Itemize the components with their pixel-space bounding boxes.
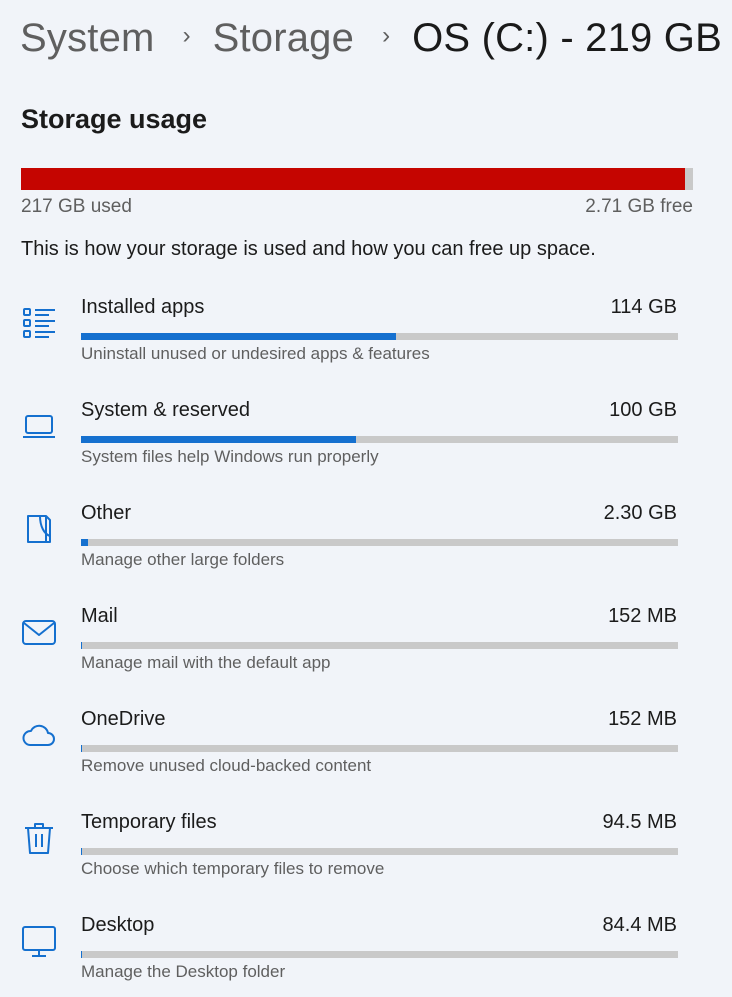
free-space-label: 2.71 GB free <box>585 196 693 217</box>
storage-category-mail[interactable]: Mail 152 MB Manage mail with the default a… <box>0 601 732 704</box>
storage-category-temporary-files[interactable]: Temporary files 94.5 MB Choose which tempo… <box>0 807 732 910</box>
storage-usage-bar-fill <box>21 168 685 190</box>
cloud-icon <box>20 716 58 754</box>
category-size: 84.4 MB <box>602 914 677 936</box>
breadcrumb-current-drive: OS (C:) - 219 GB <box>412 15 723 60</box>
category-usage-bar <box>81 745 678 752</box>
category-description: Uninstall unused or undesired apps & fea… <box>81 344 430 363</box>
category-size: 94.5 MB <box>602 811 677 833</box>
storage-category-installed-apps[interactable]: Installed apps 114 GB Uninstall unused or … <box>0 292 732 395</box>
category-description: Manage mail with the default app <box>81 653 331 672</box>
category-name: Desktop <box>81 914 155 936</box>
storage-category-onedrive[interactable]: OneDrive 152 MB Remove unused cloud-backed… <box>0 704 732 807</box>
category-name: OneDrive <box>81 708 166 730</box>
category-usage-bar-fill <box>81 333 396 340</box>
storage-description: This is how your storage is used and how… <box>21 238 596 260</box>
breadcrumb-storage[interactable]: Storage <box>213 16 355 61</box>
category-size: 152 MB <box>608 605 677 627</box>
storage-settings-page: System › Storage › OS (C:) - 219 GB Stor… <box>0 0 732 997</box>
category-usage-bar-fill <box>81 436 357 443</box>
list-icon <box>20 304 58 342</box>
category-size: 114 GB <box>610 296 677 318</box>
breadcrumb: System › Storage › OS (C:) - 219 GB <box>20 10 722 66</box>
used-space-label: 217 GB used <box>21 196 132 217</box>
laptop-icon <box>20 407 58 445</box>
category-usage-bar <box>81 642 678 649</box>
category-name: System & reserved <box>81 399 250 421</box>
category-description: System files help Windows run properly <box>81 447 379 466</box>
category-size: 100 GB <box>609 399 677 421</box>
breadcrumb-system[interactable]: System <box>20 16 155 61</box>
category-name: Other <box>81 502 132 524</box>
category-name: Temporary files <box>81 811 217 833</box>
storage-usage-bar <box>21 168 693 190</box>
storage-category-other[interactable]: Other 2.30 GB Manage other large folders <box>0 498 732 601</box>
category-usage-bar <box>81 436 678 443</box>
category-size: 152 MB <box>608 708 677 730</box>
category-name: Installed apps <box>81 296 205 318</box>
storage-category-desktop[interactable]: Desktop 84.4 MB Manage the Desktop folder <box>0 910 732 997</box>
category-usage-bar-fill <box>81 539 88 546</box>
storage-category-system-reserved[interactable]: System & reserved 100 GB System files help… <box>0 395 732 498</box>
category-description: Manage other large folders <box>81 550 285 569</box>
category-usage-bar <box>81 951 678 958</box>
category-usage-bar <box>81 848 678 855</box>
desktop-icon <box>20 922 58 960</box>
category-usage-bar <box>81 333 678 340</box>
chevron-right-icon: › <box>382 22 391 49</box>
section-title: Storage usage <box>21 104 208 134</box>
category-description: Manage the Desktop folder <box>81 962 286 981</box>
chevron-right-icon: › <box>182 22 191 49</box>
category-usage-bar <box>81 539 678 546</box>
category-name: Mail <box>81 605 118 627</box>
mail-icon <box>20 613 58 651</box>
storage-category-list: Installed apps 114 GB Uninstall unused or … <box>0 292 732 997</box>
document-icon <box>20 510 58 548</box>
trash-icon <box>20 819 58 857</box>
category-description: Choose which temporary files to remove <box>81 859 385 878</box>
category-size: 2.30 GB <box>603 502 677 524</box>
category-description: Remove unused cloud-backed content <box>81 756 372 775</box>
